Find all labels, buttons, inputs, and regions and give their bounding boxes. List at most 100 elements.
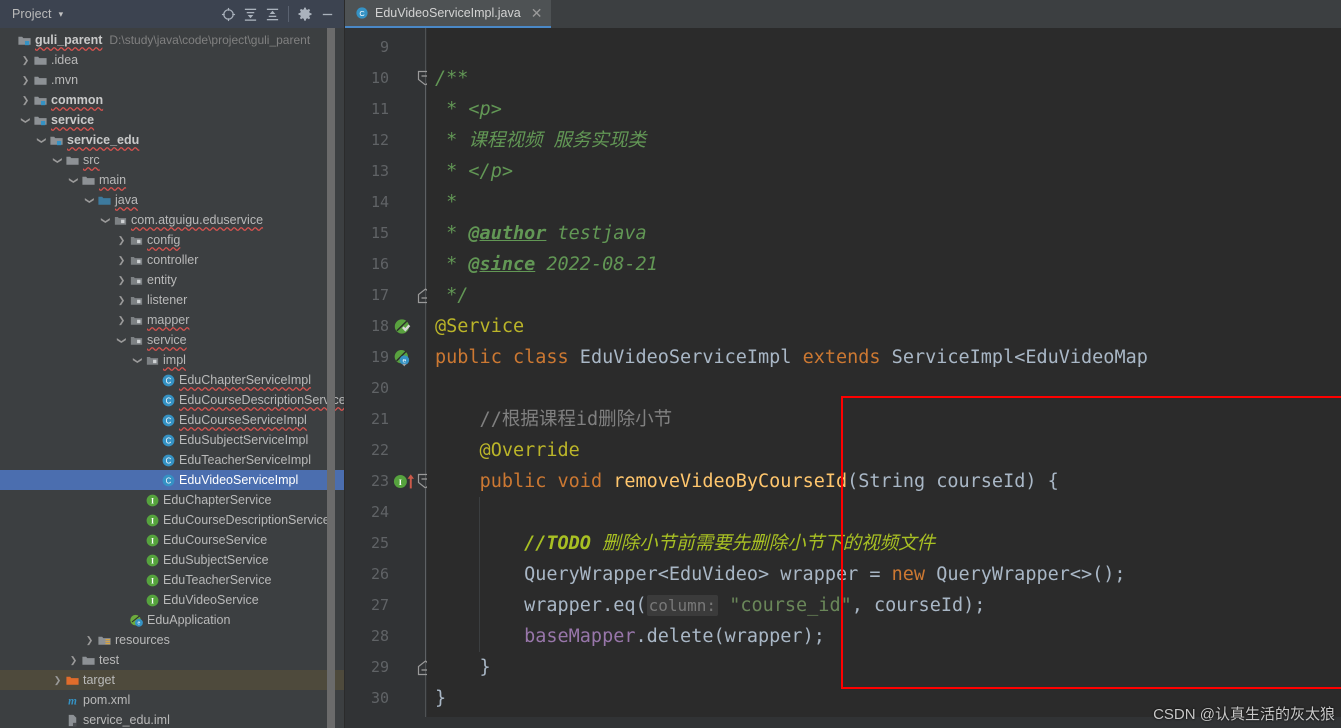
chevron-down-icon[interactable]: ❯ bbox=[37, 134, 47, 147]
collapse-all-icon[interactable] bbox=[261, 3, 283, 25]
tree-item-service-edu[interactable]: ❯ service_edu bbox=[0, 130, 344, 150]
code-line-15[interactable]: * @author testjava bbox=[435, 218, 647, 249]
tree-item-eduteacherservice[interactable]: I EduTeacherService bbox=[0, 570, 344, 590]
editor-body[interactable]: 9 10 11 12 13 14 15 16 17 18 19 20 21 22 23 24 25 26 27 28 2… bbox=[345, 28, 1341, 728]
package-icon bbox=[128, 313, 145, 328]
chevron-right-icon[interactable]: ❯ bbox=[115, 315, 128, 325]
editor-tab-eduvideoserviceimpl[interactable]: C EduVideoServiceImpl.java ✕ bbox=[345, 0, 552, 28]
project-panel-title[interactable]: Project bbox=[4, 7, 52, 21]
code-line-25[interactable]: //TODO 删除小节前需要先删除小节下的视频文件 bbox=[435, 528, 935, 559]
code-line-18[interactable]: @Service bbox=[435, 311, 524, 342]
code-line-29[interactable]: } bbox=[435, 652, 491, 683]
tree-item-pom-xml[interactable]: m pom.xml bbox=[0, 690, 344, 710]
code-line-23[interactable]: public void removeVideoByCourseId(String… bbox=[435, 466, 1059, 497]
tree-item-eduvideoservice[interactable]: I EduVideoService bbox=[0, 590, 344, 610]
tree-item-mvn[interactable]: ❯ .mvn bbox=[0, 70, 344, 90]
chevron-down-icon[interactable]: ❯ bbox=[53, 154, 63, 167]
code-lines[interactable]: /** * <p> * 课程视频 服务实现类 * </p> * * @autho… bbox=[427, 28, 1341, 728]
tree-item-guli-parent[interactable]: guli_parent D:\study\java\code\project\gu… bbox=[0, 30, 344, 50]
tree-item-src[interactable]: ❯ src bbox=[0, 150, 344, 170]
code-token: .delete(wrapper); bbox=[635, 626, 825, 647]
tree-item-educhapterserviceimpl[interactable]: C EduChapterServiceImpl bbox=[0, 370, 344, 390]
close-icon[interactable]: ✕ bbox=[531, 6, 543, 20]
chevron-right-icon[interactable]: ❯ bbox=[115, 295, 128, 305]
tree-item-eduteacherserviceimpl[interactable]: C EduTeacherServiceImpl bbox=[0, 450, 344, 470]
editor-gutter[interactable]: 9 10 11 12 13 14 15 16 17 18 19 20 21 22 23 24 25 26 27 28 2… bbox=[345, 28, 434, 728]
tree-item-listener[interactable]: ❯ listener bbox=[0, 290, 344, 310]
code-line-10[interactable]: /** bbox=[435, 63, 468, 94]
tree-item-eduvideoserviceimpl[interactable]: C EduVideoServiceImpl bbox=[0, 470, 344, 490]
tree-item-service[interactable]: ❯ service bbox=[0, 330, 344, 350]
tree-item-label: guli_parent bbox=[35, 33, 103, 47]
chevron-right-icon[interactable]: ❯ bbox=[19, 95, 32, 105]
tree-item-impl[interactable]: ❯ impl bbox=[0, 350, 344, 370]
tree-item-mapper[interactable]: ❯ mapper bbox=[0, 310, 344, 330]
code-line-22[interactable]: @Override bbox=[435, 435, 580, 466]
tree-item-label: impl bbox=[163, 353, 186, 367]
tree-item-educourseservice[interactable]: I EduCourseService bbox=[0, 530, 344, 550]
code-line-14[interactable]: * bbox=[435, 187, 457, 218]
tree-item-test[interactable]: ❯ test bbox=[0, 650, 344, 670]
expand-all-icon[interactable] bbox=[239, 3, 261, 25]
tree-item-educoursedescriptionservice[interactable]: I EduCourseDescriptionService bbox=[0, 510, 344, 530]
code-token: void bbox=[557, 471, 603, 492]
tree-item-edusubjectserviceimpl[interactable]: C EduSubjectServiceImpl bbox=[0, 430, 344, 450]
chevron-right-icon[interactable]: ❯ bbox=[67, 655, 80, 665]
tree-item-edusubjectservice[interactable]: I EduSubjectService bbox=[0, 550, 344, 570]
code-token: * bbox=[435, 223, 469, 244]
chevron-right-icon[interactable]: ❯ bbox=[115, 255, 128, 265]
code-line-19[interactable]: public class EduVideoServiceImpl extends… bbox=[435, 342, 1148, 373]
tree-item-entity[interactable]: ❯ entity bbox=[0, 270, 344, 290]
project-vertical-scrollbar[interactable] bbox=[327, 28, 335, 728]
tree-item-eduapplication[interactable]: e EduApplication bbox=[0, 610, 344, 630]
tree-item-service[interactable]: ❯ service bbox=[0, 110, 344, 130]
settings-gear-icon[interactable] bbox=[294, 3, 316, 25]
line-number-28: 28 bbox=[370, 627, 389, 645]
iml-file-icon bbox=[64, 713, 81, 728]
tree-item-educoursedescriptionserviceimpl[interactable]: C EduCourseDescriptionServiceImpl bbox=[0, 390, 344, 410]
module-icon bbox=[32, 93, 49, 108]
tree-item-service-edu-iml[interactable]: service_edu.iml bbox=[0, 710, 344, 728]
tree-item-educhapterservice[interactable]: I EduChapterService bbox=[0, 490, 344, 510]
tree-item-controller[interactable]: ❯ controller bbox=[0, 250, 344, 270]
chevron-right-icon[interactable]: ❯ bbox=[19, 75, 32, 85]
chevron-right-icon[interactable]: ❯ bbox=[83, 635, 96, 645]
chevron-down-icon[interactable]: ❯ bbox=[85, 194, 95, 207]
chevron-right-icon[interactable]: ❯ bbox=[51, 675, 64, 685]
tree-item-main[interactable]: ❯ main bbox=[0, 170, 344, 190]
chevron-down-icon[interactable]: ❯ bbox=[117, 334, 127, 347]
code-line-26[interactable]: QueryWrapper<EduVideo> wrapper = new Que… bbox=[435, 559, 1125, 590]
code-line-17[interactable]: */ bbox=[435, 280, 468, 311]
code-line-12[interactable]: * 课程视频 服务实现类 bbox=[435, 125, 646, 156]
tree-item-com-atguigu-eduservice[interactable]: ❯ com.atguigu.eduservice bbox=[0, 210, 344, 230]
tree-item-target[interactable]: ❯ target bbox=[0, 670, 344, 690]
chevron-right-icon[interactable]: ❯ bbox=[115, 275, 128, 285]
tree-item-java[interactable]: ❯ java bbox=[0, 190, 344, 210]
spring-bean-gutter-icon[interactable]: e bbox=[393, 348, 412, 372]
chevron-down-icon[interactable]: ❯ bbox=[69, 174, 79, 187]
hide-panel-icon[interactable] bbox=[316, 3, 338, 25]
code-line-16[interactable]: * @since 2022-08-21 bbox=[435, 249, 658, 280]
code-line-21[interactable]: //根据课程id删除小节 bbox=[435, 404, 673, 435]
chevron-right-icon[interactable]: ❯ bbox=[19, 55, 32, 65]
code-line-30[interactable]: } bbox=[435, 683, 446, 714]
project-tree[interactable]: guli_parent D:\study\java\code\project\gu… bbox=[0, 28, 345, 728]
tree-item-label: EduCourseDescriptionServiceImpl bbox=[179, 393, 345, 407]
tree-item-idea[interactable]: ❯ .idea bbox=[0, 50, 344, 70]
chevron-down-icon[interactable]: ❯ bbox=[21, 114, 31, 127]
chevron-down-icon[interactable]: ❯ bbox=[133, 354, 143, 367]
code-line-13[interactable]: * </p> bbox=[435, 156, 513, 187]
tree-item-config[interactable]: ❯ config bbox=[0, 230, 344, 250]
chevron-down-icon[interactable]: ▾ bbox=[59, 9, 64, 19]
tree-item-common[interactable]: ❯ common bbox=[0, 90, 344, 110]
tree-item-educourseserviceimpl[interactable]: C EduCourseServiceImpl bbox=[0, 410, 344, 430]
code-line-11[interactable]: * <p> bbox=[435, 94, 502, 125]
bean-gutter-icon[interactable] bbox=[393, 317, 412, 341]
code-line-27[interactable]: wrapper.eq(column: "course_id", courseId… bbox=[435, 590, 985, 621]
code-line-28[interactable]: baseMapper.delete(wrapper); bbox=[435, 621, 825, 652]
tree-item-resources[interactable]: ❯ resources bbox=[0, 630, 344, 650]
chevron-down-icon[interactable]: ❯ bbox=[101, 214, 111, 227]
chevron-right-icon[interactable]: ❯ bbox=[115, 235, 128, 245]
locate-icon[interactable] bbox=[217, 3, 239, 25]
